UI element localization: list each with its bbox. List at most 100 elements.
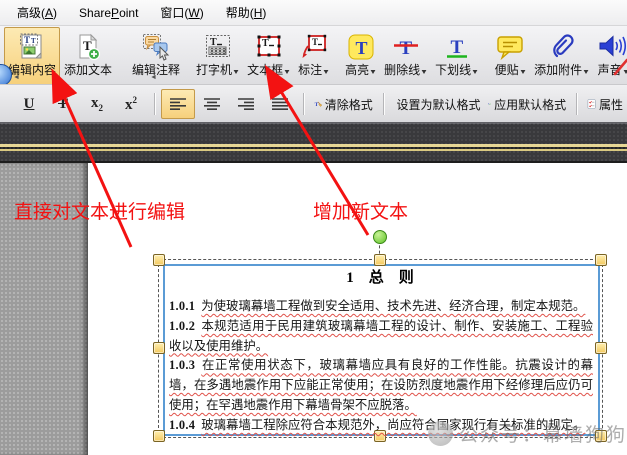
dropdown-indicator — [371, 70, 376, 77]
svg-text:T: T — [450, 37, 463, 58]
attachment-button[interactable]: 添加附件 — [530, 27, 593, 85]
clause-1-0-1: 1.0.1为使玻璃幕墙工程做到安全适用、技术先进、经济合理，制定本规范。 — [169, 297, 593, 317]
watermark: 公众号：幕墙狗狗 — [428, 420, 627, 447]
dropdown-indicator — [422, 70, 427, 77]
toolbar-format: U T x2 x2 T 清除格式 T — [0, 84, 627, 123]
typewriter-button[interactable]: T 打字机 — [192, 27, 243, 85]
set-default-format-button[interactable]: T 设置为默认格式 — [390, 89, 485, 119]
app-window: 高级(A) SharePoint 窗口(W) 帮助(H) T T — [0, 0, 627, 455]
clear-format-label: 清除格式 — [325, 96, 373, 113]
align-justify-button[interactable] — [263, 89, 297, 119]
callout-button[interactable]: T 标注 — [294, 27, 333, 85]
svg-text:T: T — [355, 38, 367, 58]
toolbar-separator — [383, 93, 384, 115]
svg-text:T: T — [314, 102, 318, 108]
highlight-icon: T — [346, 30, 376, 63]
resize-handle-top-right[interactable] — [595, 254, 607, 266]
document-title: 1 总 则 — [166, 266, 594, 287]
dropdown-indicator — [520, 70, 525, 77]
clear-format-button[interactable]: T 清除格式 — [310, 89, 377, 119]
align-center-button[interactable] — [195, 89, 229, 119]
align-right-icon — [237, 97, 255, 112]
collapse-marker-icon[interactable]: ◄ — [13, 74, 20, 81]
apply-default-format-icon: T — [488, 92, 491, 116]
note-label: 便贴 — [495, 63, 519, 77]
svg-text:T: T — [312, 37, 318, 47]
apply-default-format-button[interactable]: T 应用默认格式 — [484, 89, 570, 119]
format-superscript-button[interactable]: x2 — [114, 89, 148, 119]
dropdown-indicator — [285, 70, 290, 77]
note-button[interactable]: 便贴 — [490, 27, 530, 85]
menu-help[interactable]: 帮助(H) — [215, 1, 278, 24]
underline-icon: T — [442, 30, 472, 63]
menu-sharepoint[interactable]: SharePoint — [68, 3, 149, 23]
resize-handle-bottom-left[interactable] — [153, 430, 165, 442]
format-subscript-button[interactable]: x2 — [80, 89, 114, 119]
apply-default-format-label: 应用默认格式 — [494, 96, 566, 113]
edit-hint-label: 直接对文本进行编辑 — [14, 197, 185, 224]
menu-advanced[interactable]: 高级(A) — [6, 1, 68, 24]
note-icon — [494, 30, 526, 63]
textbox-icon: T — [254, 30, 284, 63]
menu-window[interactable]: 窗口(W) — [149, 1, 214, 24]
textbox-button[interactable]: T 文本框 — [243, 27, 294, 85]
highlight-label: 高亮 — [345, 63, 369, 77]
attachment-icon — [547, 30, 577, 63]
typewriter-icon: T — [203, 30, 233, 63]
highlight-button[interactable]: T 高亮 — [341, 27, 380, 85]
callout-label: 标注 — [298, 63, 322, 77]
textbox-label: 文本框 — [247, 63, 283, 77]
attachment-label: 添加附件 — [534, 63, 582, 77]
menu-bar: 高级(A) SharePoint 窗口(W) 帮助(H) — [0, 0, 627, 26]
underline-button[interactable]: T 下划线 — [431, 27, 482, 85]
watermark-text: 公众号：幕墙狗狗 — [459, 420, 627, 447]
align-right-button[interactable] — [229, 89, 263, 119]
dropdown-indicator — [234, 70, 239, 77]
align-center-icon — [203, 97, 221, 112]
edit-content-icon: T T — [17, 30, 47, 63]
align-left-button[interactable] — [161, 89, 195, 119]
clause-1-0-3: 1.0.3在正常使用状态下，玻璃幕墙应具有良好的工作性能。抗震设计的幕墙，在多遇… — [169, 356, 593, 415]
typewriter-label: 打字机 — [196, 63, 232, 77]
document-body: 1.0.1为使玻璃幕墙工程做到安全适用、技术先进、经济合理，制定本规范。 1.0… — [169, 297, 593, 436]
align-left-icon — [169, 97, 187, 112]
clear-format-icon: T — [314, 92, 322, 116]
svg-text:T: T — [210, 37, 217, 48]
dropdown-indicator — [584, 70, 589, 77]
properties-label: 属性 — [599, 96, 623, 113]
svg-text:T: T — [24, 35, 30, 45]
properties-icon — [587, 92, 596, 116]
add-text-label: 添加文本 — [64, 63, 112, 77]
workspace-top-band — [0, 122, 627, 163]
svg-text:T: T — [262, 38, 269, 49]
format-strike-button[interactable]: T — [46, 89, 80, 119]
resize-handle-top-left[interactable] — [153, 254, 165, 266]
toolbar-main: T T 编辑内容 T 添加文本 — [0, 26, 627, 86]
callout-icon: T — [299, 30, 329, 63]
edit-annotation-icon — [141, 30, 171, 63]
underline-label: 下划线 — [435, 63, 471, 77]
clause-1-0-2: 1.0.2本规范适用于民用建筑玻璃幕墙工程的设计、制作、安装施工、工程验收以及使… — [169, 317, 593, 357]
toolbar-separator — [303, 93, 304, 115]
strikeout-button[interactable]: T 删除线 — [380, 27, 431, 85]
resize-handle-top-center[interactable] — [374, 254, 386, 266]
resize-handle-mid-right[interactable] — [595, 342, 607, 354]
add-text-icon: T — [73, 30, 103, 63]
strikeout-icon: T — [391, 30, 421, 63]
collapse-marker-icon[interactable]: ◄ — [150, 74, 157, 81]
add-hint-label: 增加新文本 — [313, 197, 408, 224]
format-underline-button[interactable]: U — [12, 89, 46, 119]
dropdown-indicator — [473, 70, 478, 77]
dropdown-indicator — [324, 70, 329, 77]
strikeout-label: 删除线 — [384, 63, 420, 77]
set-default-format-label: 设置为默认格式 — [396, 96, 480, 113]
toolbar-separator — [154, 93, 155, 115]
align-justify-icon — [271, 97, 289, 112]
watermark-logo-icon — [428, 421, 453, 446]
resize-handle-mid-left[interactable] — [153, 342, 165, 354]
toolbar-separator — [576, 93, 577, 115]
rotation-handle[interactable] — [373, 230, 387, 244]
add-text-button[interactable]: T 添加文本 — [60, 27, 116, 85]
properties-button[interactable]: 属性 — [583, 89, 627, 119]
svg-text:T: T — [399, 38, 412, 59]
